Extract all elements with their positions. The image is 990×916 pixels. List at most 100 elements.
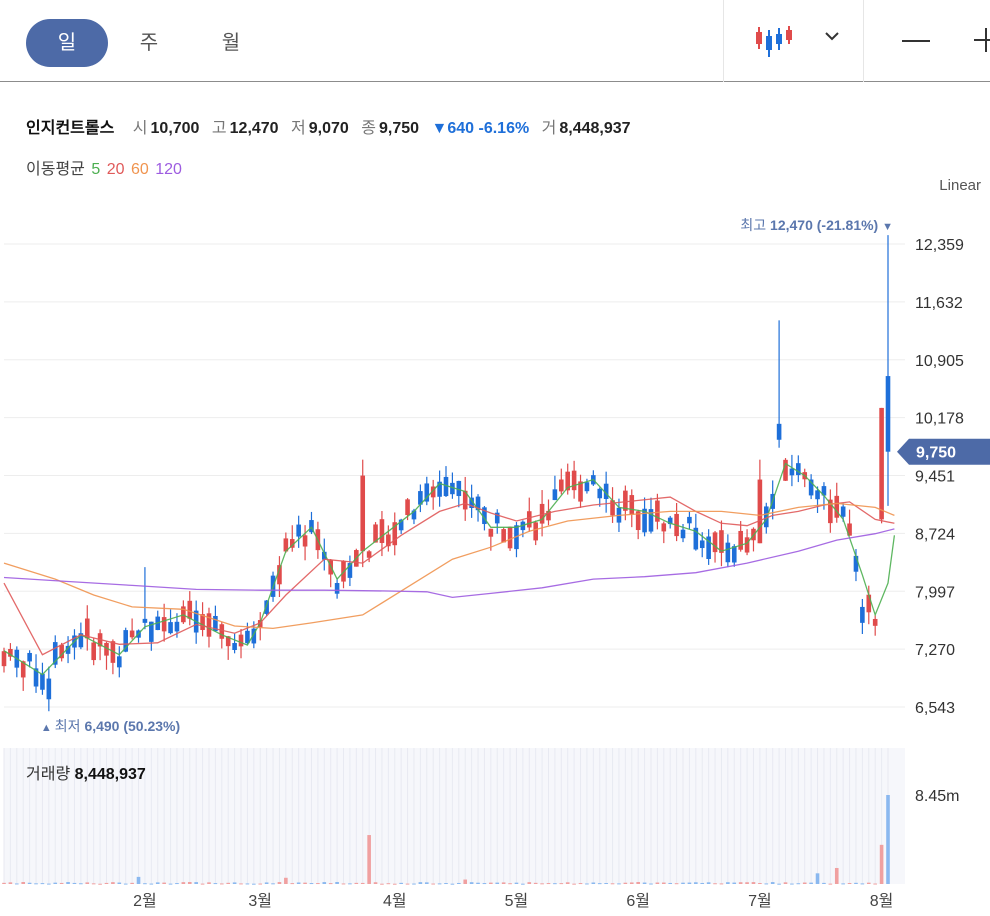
volume-bar xyxy=(694,882,698,884)
volume-bar xyxy=(636,881,640,884)
volume-bar xyxy=(149,883,154,885)
volume-bar xyxy=(348,883,352,885)
volume-bar xyxy=(431,883,435,885)
volume-bar xyxy=(578,883,583,885)
candle xyxy=(789,468,795,476)
price-chart[interactable]: 12,359 11,632 10,905 10,178 9,451 8,724 7,997 7… xyxy=(0,195,990,916)
volume-bar xyxy=(98,883,102,885)
volume-bar xyxy=(834,867,839,884)
volume-bar xyxy=(476,882,480,884)
volume-bar xyxy=(847,882,852,884)
candle xyxy=(174,621,180,632)
volume-bar xyxy=(508,883,512,885)
volume-bar xyxy=(226,882,231,884)
tab-monthly[interactable]: 월 xyxy=(190,19,272,67)
x-tick-label: 4월 xyxy=(383,892,407,910)
volume-bar xyxy=(533,882,538,884)
volume-bar xyxy=(380,883,384,885)
volume-bar xyxy=(457,882,461,884)
volume-bar xyxy=(72,882,77,884)
close-value: 9,750 xyxy=(379,120,420,137)
volume-bar xyxy=(424,882,429,884)
x-tick-label: 7월 xyxy=(748,892,772,910)
volume-bar xyxy=(623,882,628,884)
volume-bar xyxy=(629,882,634,884)
candle xyxy=(142,618,148,623)
volume-bar xyxy=(8,882,13,884)
volume-bar xyxy=(655,882,660,884)
volume-bar xyxy=(572,883,576,885)
stock-name: 인지컨트롤스 xyxy=(26,120,115,137)
volume-label: 거 xyxy=(541,120,557,137)
volume-bar xyxy=(79,883,83,885)
volume-bar xyxy=(713,883,717,885)
high-annotation: 최고 12,470 (-21.81%) ▼ xyxy=(740,217,893,233)
volume-bar xyxy=(681,882,685,884)
volume-legend-value: 8,448,937 xyxy=(74,766,146,783)
volume-bar xyxy=(802,882,807,884)
volume-bar xyxy=(565,882,570,884)
volume-bar xyxy=(879,844,884,884)
volume-bar xyxy=(649,883,653,885)
candle xyxy=(597,488,603,499)
volume-bar xyxy=(828,883,833,885)
plus-icon[interactable] xyxy=(974,28,990,52)
volume-bar xyxy=(155,882,160,884)
volume-bar xyxy=(85,882,90,884)
candle xyxy=(879,407,884,520)
volume-bar xyxy=(617,883,621,885)
candle xyxy=(46,678,52,700)
x-tick-label: 2월 xyxy=(133,892,157,910)
volume-bar xyxy=(386,883,391,885)
volume-value: 8,448,937 xyxy=(559,120,631,137)
chevron-down-icon xyxy=(825,32,839,41)
scale-mode-toggle[interactable]: Linear xyxy=(939,177,981,194)
x-tick-label: 6월 xyxy=(626,892,650,910)
volume-bar xyxy=(758,883,762,885)
volume-bar xyxy=(367,835,371,884)
volume-bar xyxy=(412,883,416,885)
ma-legend-5: 5 xyxy=(91,161,101,178)
volume-bar xyxy=(418,882,423,884)
volume-bar xyxy=(405,883,410,885)
volume-bar xyxy=(2,882,6,884)
candle xyxy=(161,617,167,632)
volume-bar xyxy=(117,882,122,884)
volume-bar xyxy=(610,883,615,885)
volume-bar xyxy=(245,883,250,885)
volume-bar xyxy=(322,882,327,884)
volume-bar xyxy=(540,883,544,885)
candle xyxy=(687,516,692,524)
low-annotation: ▲ 최저 6,490 (50.23%) xyxy=(41,718,180,734)
drawing-tools xyxy=(863,0,990,82)
candle xyxy=(552,489,558,501)
candle xyxy=(885,376,891,452)
volume-bar xyxy=(777,883,781,885)
volume-bar xyxy=(309,883,314,885)
volume-bar xyxy=(34,883,38,885)
volume-bar xyxy=(444,883,448,885)
volume-bar xyxy=(591,882,596,884)
volume-bar xyxy=(764,883,769,885)
change-value: ▼640 -6.16% xyxy=(431,120,530,137)
candle xyxy=(725,542,731,563)
ma-legend-120: 120 xyxy=(155,161,182,178)
volume-bar xyxy=(258,883,263,885)
x-tick-label: 3월 xyxy=(248,892,272,910)
tab-daily[interactable]: 일 xyxy=(26,19,108,67)
candle xyxy=(840,506,846,517)
minus-icon[interactable] xyxy=(902,40,930,42)
volume-bar xyxy=(239,883,243,885)
volume-bar xyxy=(392,883,397,885)
volume-bar xyxy=(770,882,775,884)
volume-bar xyxy=(303,882,307,884)
volume-bar xyxy=(194,882,198,884)
volume-bar xyxy=(162,882,166,884)
chart-type-selector[interactable] xyxy=(723,0,863,82)
y-tick-label: 9,451 xyxy=(915,469,955,486)
volume-bar xyxy=(15,883,19,885)
volume-bar xyxy=(738,882,743,884)
volume-bar xyxy=(27,882,32,884)
volume-bar xyxy=(219,883,224,885)
tab-weekly[interactable]: 주 xyxy=(108,19,190,67)
